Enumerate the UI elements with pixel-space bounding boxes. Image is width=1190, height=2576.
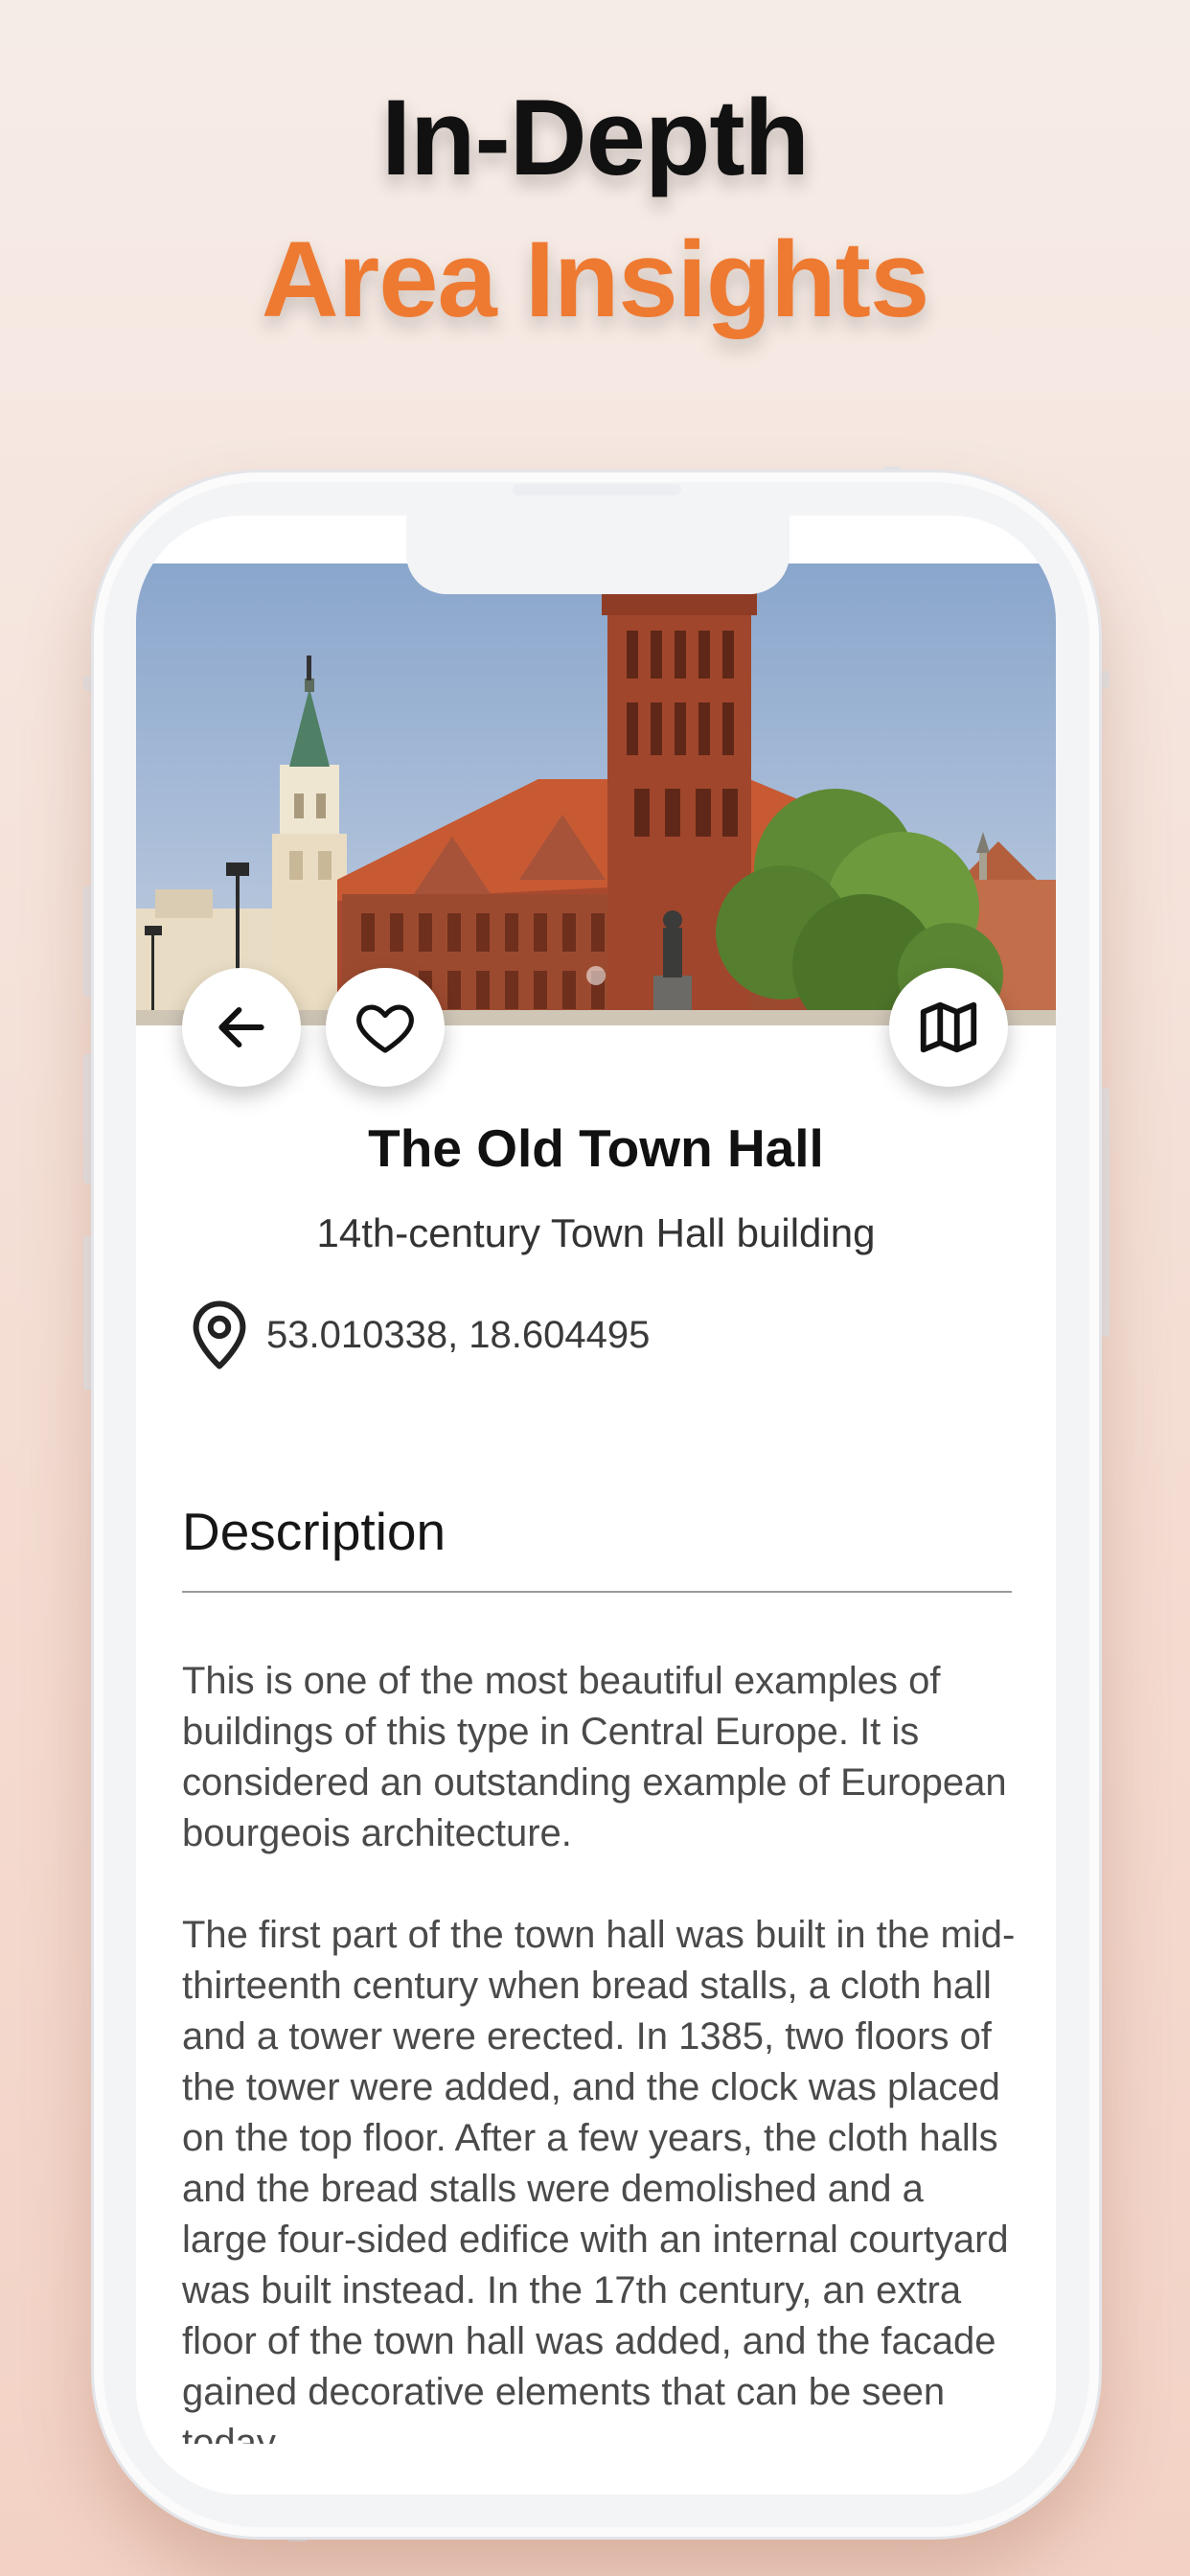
headline-line-1: In-Depth: [380, 78, 810, 197]
phone-notch: [406, 516, 790, 594]
arrow-left-icon: [218, 1006, 264, 1048]
heart-icon: [356, 1004, 414, 1053]
phone-speaker: [513, 484, 681, 495]
back-button[interactable]: [182, 968, 301, 1087]
location-pin-icon: [186, 1297, 253, 1373]
section-divider: [182, 1591, 1012, 1593]
coordinates-row: 53.010338, 18.604495: [186, 1297, 650, 1373]
description-body[interactable]: This is one of the most beautiful exampl…: [182, 1656, 1016, 2444]
place-photo: [136, 564, 1056, 1025]
place-title: The Old Town Hall: [368, 1118, 824, 1178]
headline-line-2: Area Insights: [261, 219, 930, 339]
town-hall-illustration: [136, 564, 1056, 1025]
coordinates-text: 53.010338, 18.604495: [266, 1313, 651, 1356]
description-heading: Description: [182, 1502, 446, 1561]
favorite-button[interactable]: [326, 968, 445, 1087]
description-paragraph: The first part of the town hall was buil…: [182, 1914, 1016, 2444]
app-screen: The Old Town Hall 14th-century Town Hall…: [136, 516, 1056, 2495]
map-button[interactable]: [889, 968, 1008, 1087]
place-subtitle: 14th-century Town Hall building: [316, 1210, 876, 1255]
map-icon: [920, 1001, 977, 1053]
description-paragraph: This is one of the most beautiful exampl…: [182, 1660, 1007, 1854]
promo-headline: In-Depth Area Insights: [0, 67, 1190, 351]
